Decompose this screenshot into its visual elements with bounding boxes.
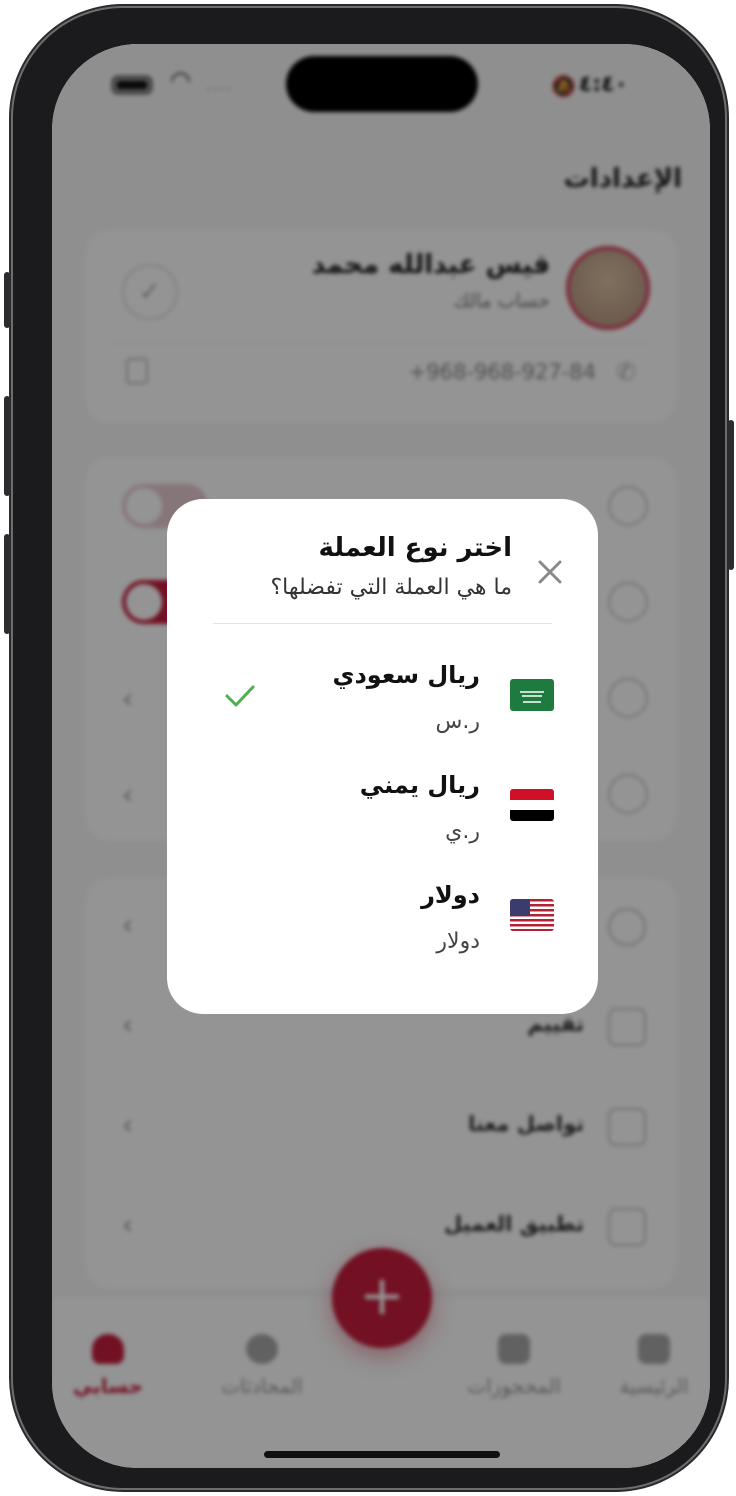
- currency-option-usd[interactable]: دولار دولار: [207, 875, 558, 975]
- currency-dialog: اختر نوع العملة ما هي العملة التي تفضلها…: [167, 499, 598, 1014]
- close-button[interactable]: [531, 553, 569, 591]
- mute-switch: [4, 272, 10, 328]
- screen: ◠ .... 🔕 ٤:٤٠ الإعدادات قيس عبدالله محمد…: [52, 44, 710, 1468]
- currency-code: ر.س: [435, 709, 480, 734]
- dialog-subtitle: ما هي العملة التي تفضلها؟: [270, 575, 512, 600]
- volume-up-button: [4, 396, 10, 496]
- currency-code: دولار: [436, 929, 480, 954]
- phone-frame: ◠ .... 🔕 ٤:٤٠ الإعدادات قيس عبدالله محمد…: [4, 8, 734, 1488]
- close-icon: [538, 560, 562, 584]
- yemen-flag-icon: [510, 789, 554, 821]
- currency-option-yer[interactable]: ريال يمني ر.ي: [207, 765, 558, 865]
- check-icon: [223, 681, 257, 711]
- power-button: [728, 420, 734, 570]
- volume-down-button: [4, 534, 10, 634]
- currency-name: دولار: [421, 881, 480, 909]
- currency-name: ريال سعودي: [332, 661, 480, 689]
- divider: [213, 623, 552, 624]
- dialog-title: اختر نوع العملة: [318, 533, 512, 563]
- currency-code: ر.ي: [445, 819, 480, 844]
- currency-option-sar[interactable]: ريال سعودي ر.س: [207, 655, 558, 755]
- currency-name: ريال يمني: [359, 771, 480, 799]
- home-indicator: [264, 1451, 500, 1458]
- saudi-flag-icon: [510, 679, 554, 711]
- usa-flag-icon: [510, 899, 554, 931]
